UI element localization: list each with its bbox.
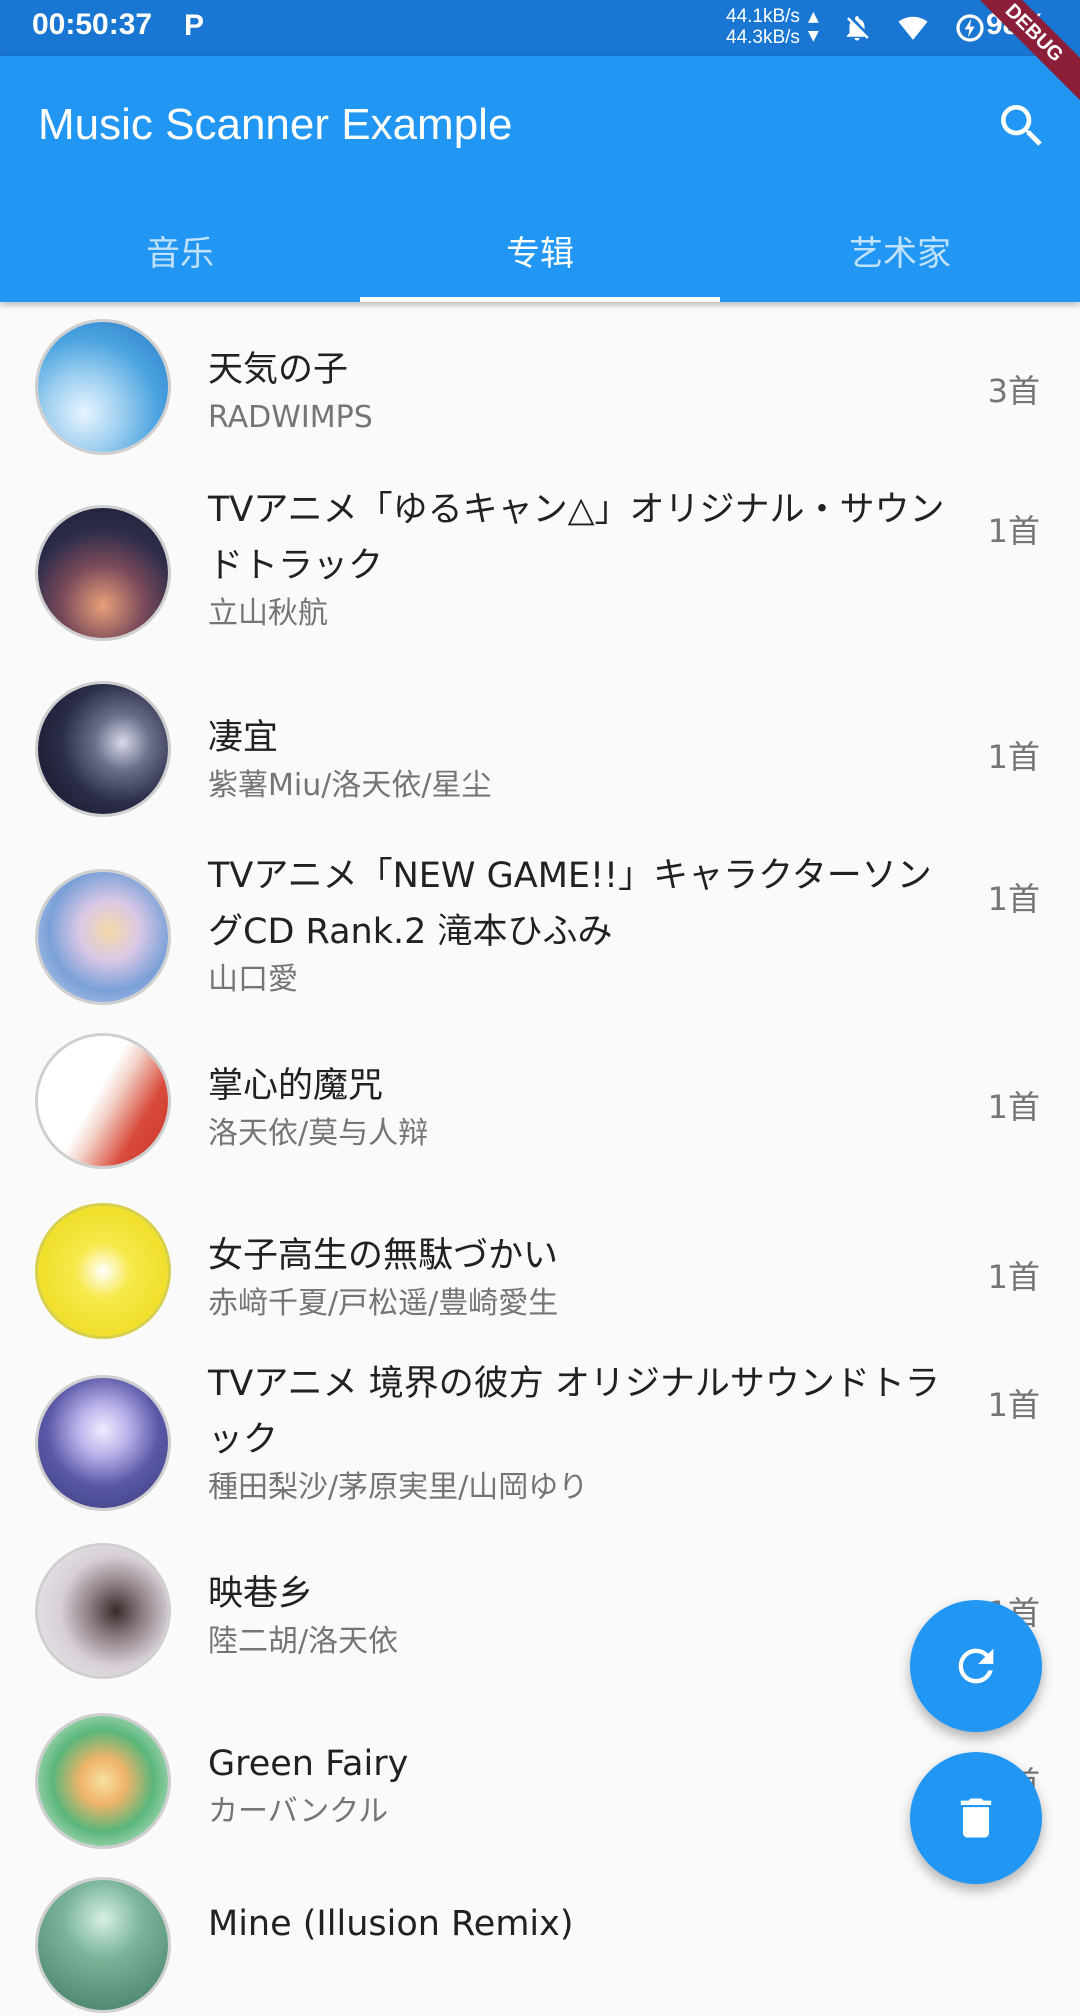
tab-music[interactable]: 音乐 [0,206,360,302]
wifi-icon [898,16,928,40]
track-count: 3首 [987,372,1040,410]
delete-button[interactable] [910,1752,1042,1884]
tab-bar: 音乐 专辑 艺术家 [0,206,1080,302]
tab-albums[interactable]: 专辑 [360,206,720,302]
album-artist: 紫薯Miu/洛天依/星尘 [208,768,492,803]
track-count: 1首 [987,512,1040,550]
album-row[interactable]: 掌心的魔咒 洛天依/莫与人辩 1首 [0,1032,1080,1198]
album-title: TVアニメ 境界の彼方 オリジナルサウンドトラック [208,1364,940,1460]
album-title: 天気の子 [208,350,349,390]
tab-artists[interactable]: 艺术家 [720,206,1080,302]
album-artist: 陸二胡/洛天依 [208,1624,399,1659]
album-row[interactable]: TVアニメ「NEW GAME!!」キャラクターソングCD Rank.2 滝本ひふ… [0,844,1080,1032]
album-title: Mine (Illusion Remix) [208,1904,574,1944]
battery-saver-icon [956,14,984,42]
album-row[interactable]: 天気の子 RADWIMPS 3首 [0,302,1080,468]
app-bar: Music Scanner Example 音乐 专辑 艺术家 [0,56,1080,302]
album-list: 天気の子 RADWIMPS 3首 TVアニメ「ゆるキャン△」オリジナル・サウンド… [0,302,1080,2016]
transfer-arrows-icon: ▲ ▼ [808,9,819,44]
album-title: 凄宜 [208,718,279,758]
album-row[interactable]: Mine (Illusion Remix) [0,1876,1080,2016]
album-cover [38,1716,168,1846]
album-cover [38,1036,168,1166]
battery-level: 98% [986,8,1047,41]
track-count: 1首 [987,738,1040,776]
search-button[interactable] [994,98,1050,154]
album-cover [38,1378,168,1508]
album-cover [38,872,168,1002]
notifications-off-icon [847,16,869,41]
album-title: 掌心的魔咒 [208,1066,384,1106]
network-speed: 44.1kB/s 44.3kB/s [726,6,800,48]
album-artist: 洛天依/莫与人辩 [208,1116,429,1151]
album-artist: 山口愛 [208,962,298,997]
album-cover [38,508,168,638]
refresh-button[interactable] [910,1600,1042,1732]
album-title: TVアニメ「NEW GAME!!」キャラクターソングCD Rank.2 滝本ひふ… [208,856,932,952]
album-cover [38,322,168,452]
album-title: 女子高生の無駄づかい [208,1236,559,1276]
download-speed: 44.3kB/s [726,27,800,48]
album-artist: カーバンクル [208,1794,389,1829]
track-count: 1首 [987,1386,1040,1424]
status-time: 00:50:37 [32,8,153,41]
album-cover [38,684,168,814]
album-artist: 赤﨑千夏/戸松遥/豊崎愛生 [208,1286,559,1321]
album-row[interactable]: TVアニメ 境界の彼方 オリジナルサウンドトラック 種田梨沙/茅原実里/山岡ゆり… [0,1360,1080,1540]
album-artist: RADWIMPS [208,400,373,435]
track-count: 1首 [987,1088,1040,1126]
album-cover [38,1206,168,1336]
album-title: Green Fairy [208,1744,409,1784]
page-title: Music Scanner Example [38,100,513,149]
status-bar: 00:50:37 P 44.1kB/s 44.3kB/s ▲ ▼ 98% [0,0,1080,56]
album-artist: 立山秋航 [208,596,328,631]
search-icon [1001,105,1042,146]
album-artist: 種田梨沙/茅原実里/山岡ゆり [208,1470,589,1505]
album-cover [38,1546,168,1676]
refresh-icon [958,1648,994,1684]
delete-icon [960,1798,992,1838]
album-cover [38,1880,168,2010]
album-row[interactable]: 凄宜 紫薯Miu/洛天依/星尘 1首 [0,680,1080,844]
album-title: 映巷乡 [208,1574,314,1614]
album-row[interactable]: 女子高生の無駄づかい 赤﨑千夏/戸松遥/豊崎愛生 1首 [0,1198,1080,1360]
album-title: TVアニメ「ゆるキャン△」オリジナル・サウンドトラック [208,490,945,586]
parking-app-icon: P [184,9,205,42]
album-row[interactable]: TVアニメ「ゆるキャン△」オリジナル・サウンドトラック 立山秋航 1首 [0,468,1080,680]
track-count: 1首 [987,1258,1040,1296]
upload-speed: 44.1kB/s [726,6,800,27]
track-count: 1首 [987,880,1040,918]
